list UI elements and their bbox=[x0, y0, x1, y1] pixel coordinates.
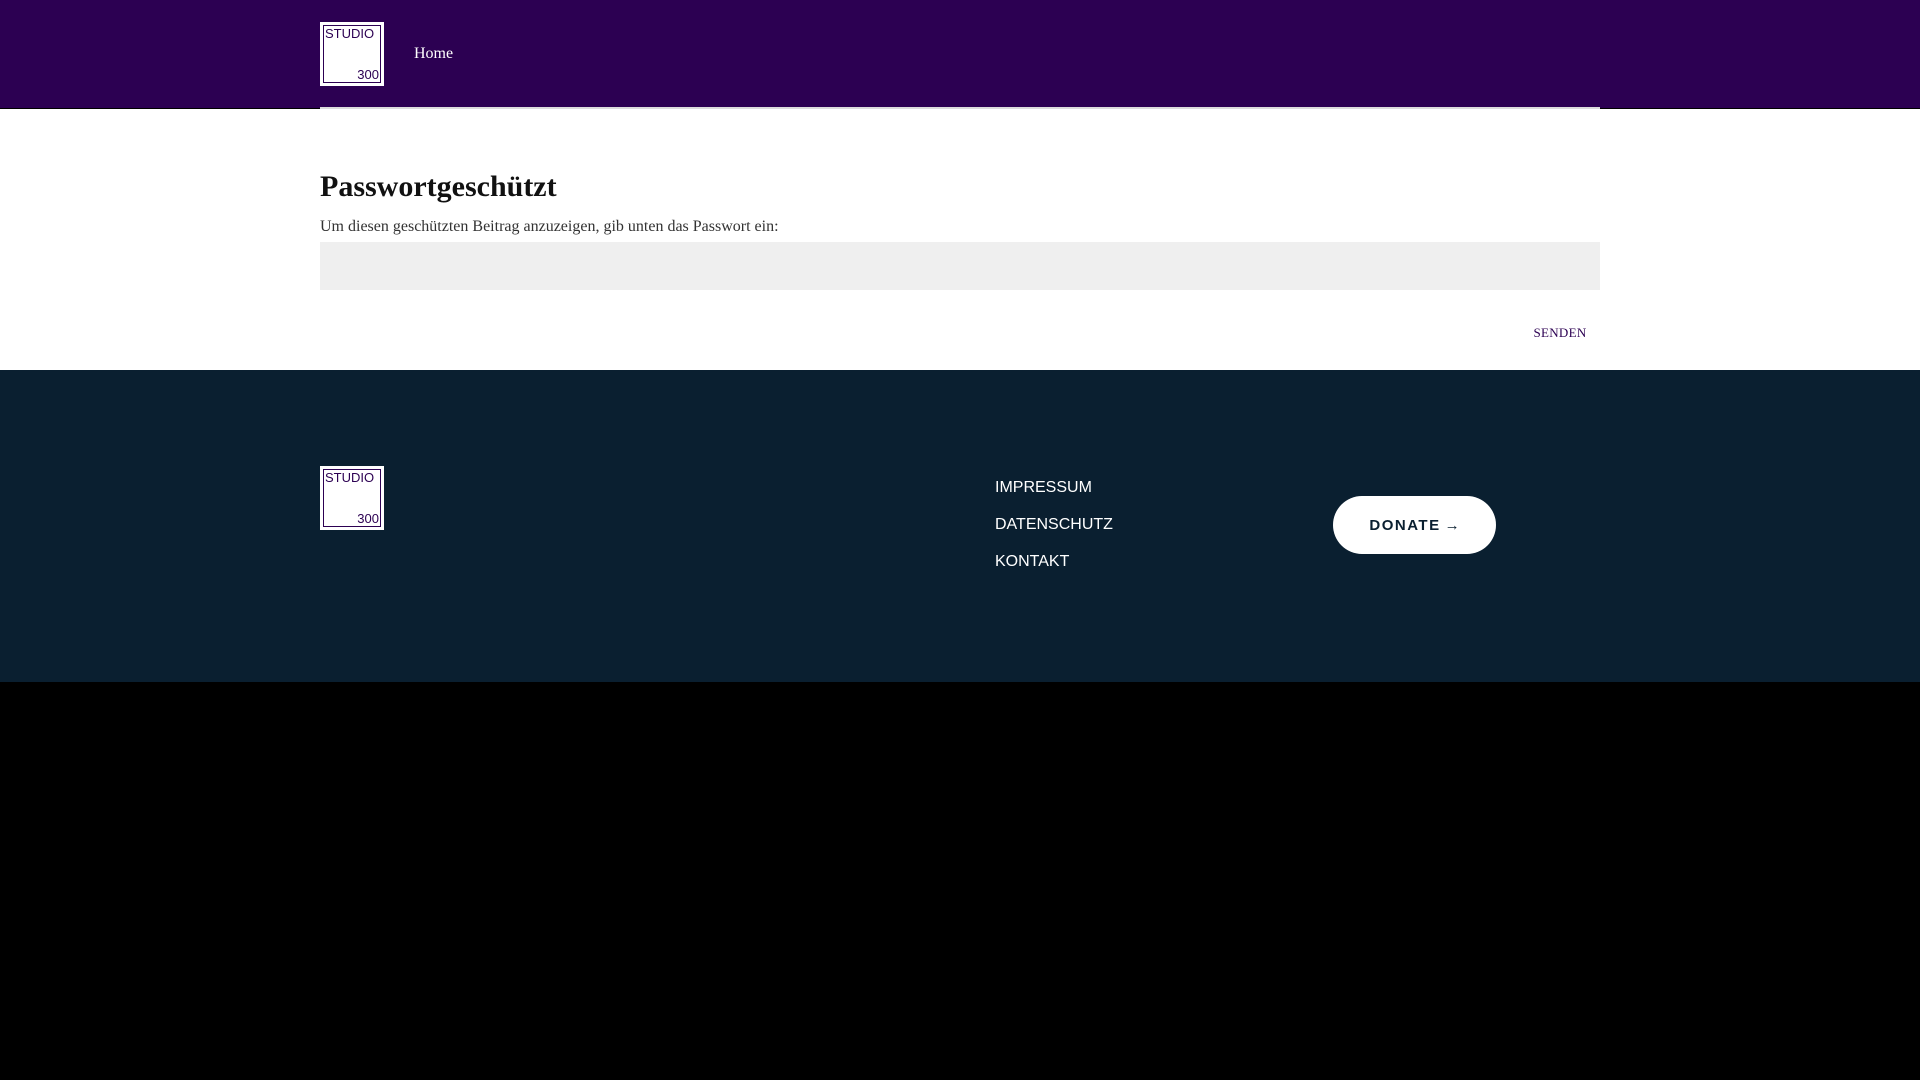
submit-button[interactable]: SENDEN bbox=[1520, 318, 1600, 348]
footer-nav-item: KONTAKT bbox=[995, 552, 1113, 589]
password-prompt: Um diesen geschützten Beitrag anzuzeigen… bbox=[320, 218, 779, 235]
footer-link-impressum[interactable]: IMPRESSUM bbox=[995, 479, 1092, 496]
footer-link-kontakt[interactable]: KONTAKT bbox=[995, 553, 1069, 570]
password-input[interactable] bbox=[320, 242, 1600, 290]
site-logo[interactable]: STUDIO 300 bbox=[320, 22, 384, 86]
footer-link-datenschutz[interactable]: DATENSCHUTZ bbox=[995, 516, 1113, 533]
footer-nav-item: DATENSCHUTZ bbox=[995, 515, 1113, 552]
logo-text-300: 300 bbox=[357, 67, 379, 82]
logo-text-studio: STUDIO bbox=[325, 470, 375, 485]
footer-logo[interactable]: STUDIO 300 bbox=[320, 466, 384, 530]
donate-label: DONATE bbox=[1369, 516, 1441, 534]
arrow-right-icon: → bbox=[1444, 516, 1460, 534]
logo-text-studio: STUDIO bbox=[325, 26, 375, 41]
logo-text-300: 300 bbox=[357, 511, 379, 526]
footer-nav-item: IMPRESSUM bbox=[995, 478, 1113, 515]
footer-nav: IMPRESSUM DATENSCHUTZ KONTAKT bbox=[995, 478, 1113, 589]
donate-button[interactable]: DONATE → bbox=[1333, 496, 1496, 554]
main-content: Passwortgeschützt Um diesen geschützten … bbox=[0, 109, 1920, 370]
page-title: Passwortgeschützt bbox=[320, 170, 557, 203]
nav-link-home[interactable]: Home bbox=[414, 44, 453, 64]
site-header: STUDIO 300 Home bbox=[0, 0, 1920, 108]
site-footer: STUDIO 300 IMPRESSUM DATENSCHUTZ KONTAKT… bbox=[0, 370, 1920, 682]
